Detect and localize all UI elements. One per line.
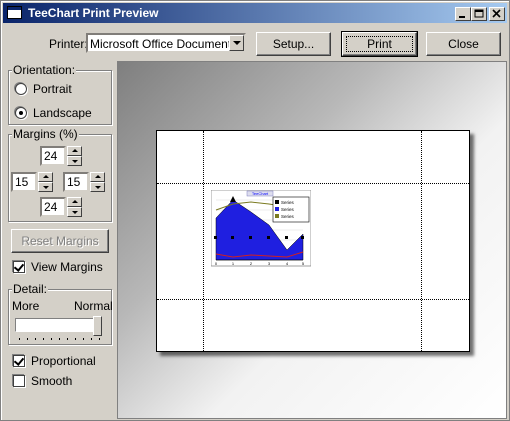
margin-right-input[interactable]: 15	[63, 172, 89, 192]
margin-left-spinner[interactable]	[38, 172, 53, 192]
detail-more-label: More	[12, 299, 40, 313]
margin-right-spinner[interactable]	[90, 172, 105, 192]
legend-swatch-2	[275, 207, 279, 211]
margin-line-bottom[interactable]	[157, 299, 469, 300]
print-button[interactable]: Print	[341, 31, 418, 57]
detail-slider-thumb[interactable]	[93, 316, 102, 336]
legend-item-2: Series	[281, 207, 295, 212]
minimize-icon	[459, 16, 465, 18]
title-bar: TeeChart Print Preview	[3, 3, 507, 23]
margin-left-input[interactable]: 15	[11, 172, 37, 192]
maximize-icon	[474, 9, 484, 18]
window-title: TeeChart Print Preview	[28, 6, 159, 20]
landscape-radio[interactable]	[15, 107, 27, 119]
margin-top-input[interactable]: 24	[40, 146, 66, 166]
minimize-button[interactable]	[455, 7, 471, 21]
maximize-button[interactable]	[471, 7, 487, 21]
margin-line-right[interactable]	[421, 131, 422, 351]
spin-up-icon[interactable]	[67, 146, 82, 156]
margin-line-top[interactable]	[157, 183, 469, 184]
detail-slider-ticks	[19, 338, 100, 340]
reset-margins-button[interactable]: Reset Margins	[11, 229, 109, 253]
printer-label: Printer:	[49, 37, 88, 51]
spin-up-icon[interactable]	[90, 172, 105, 182]
print-preview-window: TeeChart Print Preview Printer: Microsof…	[0, 0, 510, 421]
spin-down-icon[interactable]	[38, 182, 53, 192]
detail-label: Detail:	[12, 282, 49, 296]
spin-down-icon[interactable]	[90, 182, 105, 192]
legend-swatch-1	[275, 200, 279, 204]
margin-top-spinner[interactable]	[67, 146, 82, 166]
preview-area[interactable]: TeeChart Series Series Series 0 1 2 3 4 …	[117, 61, 507, 419]
spin-up-icon[interactable]	[38, 172, 53, 182]
proportional-checkbox[interactable]	[13, 355, 25, 367]
detail-slider-track[interactable]	[15, 318, 101, 332]
spin-up-icon[interactable]	[67, 197, 82, 207]
portrait-label[interactable]: Portrait	[33, 82, 72, 96]
close-button[interactable]: Close	[426, 32, 501, 56]
margin-line-left[interactable]	[203, 131, 204, 351]
margins-label: Margins (%)	[12, 127, 79, 141]
orientation-label: Orientation:	[12, 63, 77, 77]
view-margins-label[interactable]: View Margins	[31, 260, 103, 274]
proportional-label[interactable]: Proportional	[31, 354, 96, 368]
mini-chart: TeeChart Series Series Series 0 1 2 3 4 …	[211, 190, 311, 267]
mini-chart-title: TeeChart	[252, 191, 269, 196]
window-icon	[7, 6, 22, 19]
detail-normal-label: Normal	[74, 299, 113, 313]
close-window-button[interactable]	[489, 7, 505, 21]
focus-rect	[346, 36, 413, 52]
smooth-label[interactable]: Smooth	[31, 374, 72, 388]
printer-select-value: Microsoft Office Document Im	[90, 37, 230, 51]
portrait-radio[interactable]	[15, 83, 27, 95]
view-margins-checkbox[interactable]	[13, 261, 25, 273]
chevron-down-icon[interactable]	[229, 35, 244, 51]
legend-item-3: Series	[281, 214, 295, 219]
close-icon	[492, 9, 501, 18]
landscape-label[interactable]: Landscape	[33, 106, 92, 120]
legend-swatch-3	[275, 214, 279, 218]
margin-bottom-spinner[interactable]	[67, 197, 82, 217]
margin-bottom-input[interactable]: 24	[40, 197, 66, 217]
legend-item-1: Series	[281, 200, 295, 205]
smooth-checkbox[interactable]	[13, 375, 25, 387]
printer-select[interactable]: Microsoft Office Document Im	[86, 33, 246, 53]
setup-button[interactable]: Setup...	[256, 32, 331, 56]
spin-down-icon[interactable]	[67, 156, 82, 166]
spin-down-icon[interactable]	[67, 207, 82, 217]
preview-page: TeeChart Series Series Series 0 1 2 3 4 …	[156, 130, 470, 352]
